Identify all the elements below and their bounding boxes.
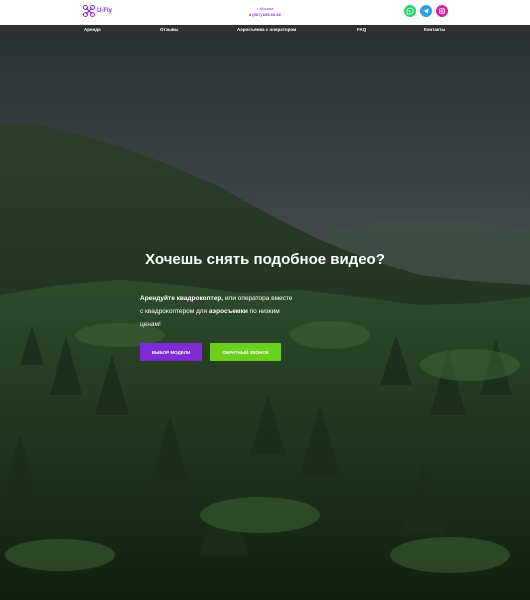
phone-link[interactable]: 8 (967) 655-66-66 — [0, 12, 530, 18]
nav-item-contacts[interactable]: Контакты — [424, 26, 445, 34]
site-header: U-Fly г. Москва 8 (967) 655-66-66 — [0, 0, 530, 25]
callback-button[interactable]: ОБРАТНЫЙ ЗВОНОК — [210, 343, 281, 361]
choose-model-button[interactable]: ВЫБОР МОДЕЛИ — [140, 343, 202, 361]
nav-item-reviews[interactable]: Отзывы — [160, 26, 178, 34]
whatsapp-icon[interactable] — [404, 5, 416, 17]
nav-item-aerial-with-operator[interactable]: Аэросъемка с оператором — [237, 26, 296, 34]
hero-section: Хочешь снять подобное видео? Арендуйте к… — [0, 35, 530, 600]
hero-text-highlight-rent: Арендуйте квадрокоптер, — [140, 295, 224, 302]
nav-item-rent[interactable]: Аренда — [84, 26, 101, 34]
contact-info: г. Москва 8 (967) 655-66-66 — [0, 6, 530, 18]
hero-text-highlight-aerial: аэросъемки — [208, 308, 248, 315]
instagram-icon[interactable] — [436, 5, 448, 17]
social-links — [404, 5, 448, 17]
nav-item-faq[interactable]: FAQ — [357, 26, 366, 34]
main-nav: Аренда Отзывы Аэросъемка с оператором FA… — [0, 25, 530, 35]
hero-description: Арендуйте квадрокоптер, или оператора вм… — [140, 292, 295, 331]
hero-title: Хочешь снять подобное видео? — [145, 251, 385, 268]
telegram-icon[interactable] — [420, 5, 432, 17]
